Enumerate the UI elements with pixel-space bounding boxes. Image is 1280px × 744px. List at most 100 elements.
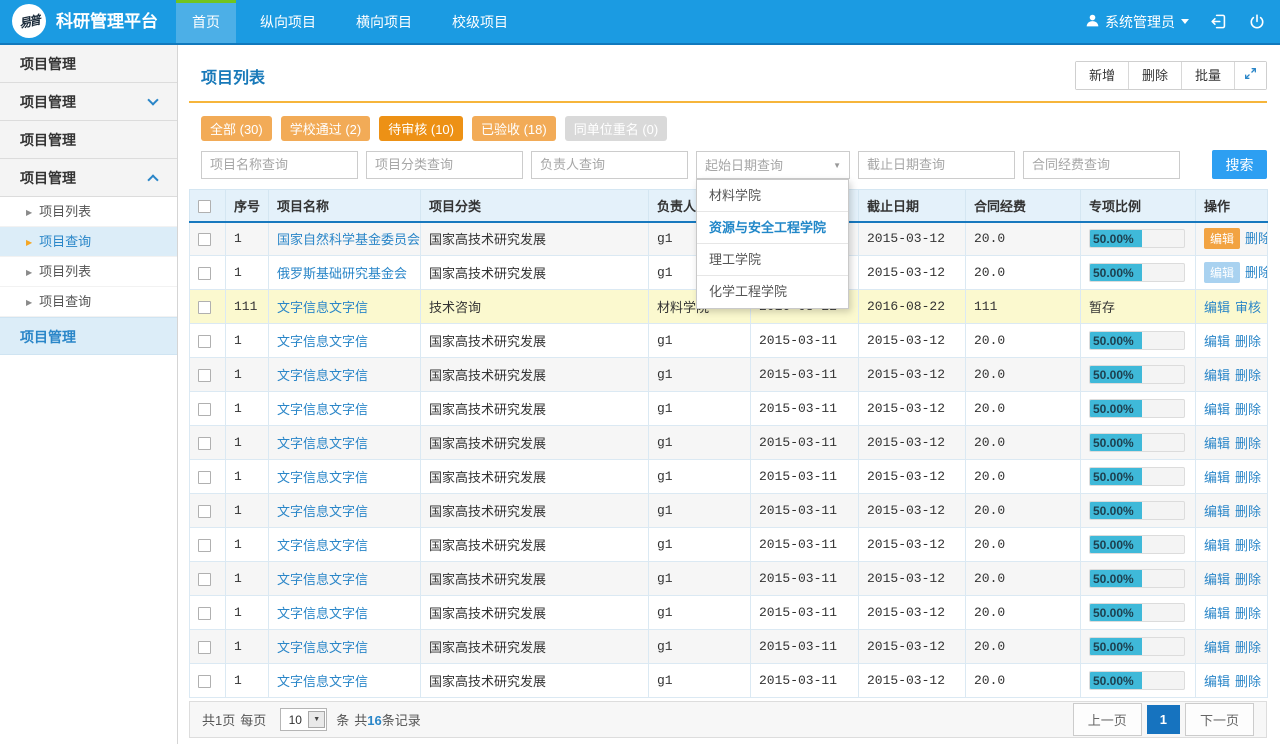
- action-delete-link[interactable]: 删除: [1235, 470, 1261, 485]
- action-edit-link[interactable]: 编辑: [1204, 368, 1230, 383]
- action-delete-link[interactable]: 删除: [1235, 606, 1261, 621]
- project-name-search-input[interactable]: [201, 151, 358, 179]
- action-edit-link[interactable]: 编辑: [1204, 334, 1230, 349]
- action-edit-link[interactable]: 编辑: [1204, 674, 1230, 689]
- select-all-checkbox[interactable]: [198, 200, 211, 213]
- sidebar-item[interactable]: ▶项目列表: [0, 197, 177, 227]
- sidebar-item[interactable]: ▶项目列表: [0, 257, 177, 287]
- row-checkbox[interactable]: [198, 267, 211, 280]
- row-checkbox[interactable]: [198, 437, 211, 450]
- dropdown-option[interactable]: 材料学院: [697, 180, 848, 212]
- project-name-link[interactable]: 文字信息文字信: [277, 572, 368, 587]
- row-checkbox[interactable]: [198, 471, 211, 484]
- ratio-progress-label: 50.00%: [1093, 434, 1134, 452]
- project-name-link[interactable]: 文字信息文字信: [277, 368, 368, 383]
- sidebar-group-header[interactable]: 项目管理: [0, 121, 177, 159]
- project-name-link[interactable]: 文字信息文字信: [277, 538, 368, 553]
- action-edit-link[interactable]: 编辑: [1204, 640, 1230, 655]
- action-edit-link[interactable]: 编辑: [1204, 572, 1230, 587]
- action-review-link[interactable]: 审核: [1235, 300, 1261, 315]
- batch-button[interactable]: 批量: [1182, 62, 1235, 89]
- ratio-progress-label: 50.00%: [1093, 366, 1134, 384]
- project-name-link[interactable]: 国家自然科学基金委员会: [277, 232, 420, 247]
- filter-badge[interactable]: 学校通过 (2): [281, 116, 371, 141]
- dropdown-option[interactable]: 理工学院: [697, 244, 848, 276]
- row-checkbox[interactable]: [198, 539, 211, 552]
- action-delete-link[interactable]: 删除: [1235, 436, 1261, 451]
- filter-badge[interactable]: 待审核 (10): [379, 116, 463, 141]
- end-date-search-input[interactable]: [858, 151, 1015, 179]
- sidebar-item[interactable]: ▶项目查询: [0, 227, 177, 257]
- next-page-button[interactable]: 下一页: [1185, 703, 1254, 736]
- search-button[interactable]: 搜索: [1212, 150, 1267, 179]
- row-checkbox[interactable]: [198, 641, 211, 654]
- row-checkbox[interactable]: [198, 301, 211, 314]
- project-name-link[interactable]: 文字信息文字信: [277, 402, 368, 417]
- action-edit-link[interactable]: 编辑: [1204, 436, 1230, 451]
- nav-tab[interactable]: 校级项目: [436, 0, 524, 43]
- sidebar-group-header[interactable]: 项目管理: [0, 159, 177, 197]
- dropdown-option[interactable]: 化学工程学院: [697, 276, 848, 308]
- project-name-link[interactable]: 俄罗斯基础研究基金会: [277, 266, 407, 281]
- sidebar-item[interactable]: ▶项目查询: [0, 287, 177, 317]
- action-edit-button[interactable]: 编辑: [1204, 228, 1240, 249]
- filter-badge[interactable]: 同单位重名 (0): [565, 116, 668, 141]
- nav-tab[interactable]: 纵向项目: [244, 0, 332, 43]
- action-delete-link[interactable]: 删除: [1235, 640, 1261, 655]
- action-edit-link[interactable]: 编辑: [1204, 470, 1230, 485]
- project-name-link[interactable]: 文字信息文字信: [277, 334, 368, 349]
- row-checkbox[interactable]: [198, 505, 211, 518]
- row-checkbox[interactable]: [198, 369, 211, 382]
- action-edit-link[interactable]: 编辑: [1204, 504, 1230, 519]
- action-edit-link[interactable]: 编辑: [1204, 606, 1230, 621]
- nav-tab[interactable]: 横向项目: [340, 0, 428, 43]
- expand-button[interactable]: [1235, 62, 1266, 89]
- add-button[interactable]: 新增: [1076, 62, 1129, 89]
- project-name-link[interactable]: 文字信息文字信: [277, 436, 368, 451]
- project-category-search-input[interactable]: [366, 151, 523, 179]
- action-delete-link[interactable]: 删除: [1245, 231, 1267, 246]
- row-checkbox[interactable]: [198, 403, 211, 416]
- action-delete-link[interactable]: 删除: [1235, 674, 1261, 689]
- row-checkbox[interactable]: [198, 675, 211, 688]
- row-checkbox[interactable]: [198, 335, 211, 348]
- project-name-link[interactable]: 文字信息文字信: [277, 674, 368, 689]
- current-page-button[interactable]: 1: [1147, 705, 1180, 734]
- user-menu[interactable]: 系统管理员: [1085, 12, 1189, 32]
- dropdown-option[interactable]: 资源与安全工程学院: [697, 212, 848, 244]
- prev-page-button[interactable]: 上一页: [1073, 703, 1142, 736]
- action-edit-button[interactable]: 编辑: [1204, 262, 1240, 283]
- project-name-link[interactable]: 文字信息文字信: [277, 470, 368, 485]
- sidebar-group-header[interactable]: 项目管理: [0, 45, 177, 83]
- action-delete-link[interactable]: 删除: [1245, 265, 1267, 280]
- action-delete-link[interactable]: 删除: [1235, 402, 1261, 417]
- row-checkbox[interactable]: [198, 233, 211, 246]
- logout-icon[interactable]: [1209, 12, 1228, 31]
- action-delete-link[interactable]: 删除: [1235, 504, 1261, 519]
- project-name-link[interactable]: 文字信息文字信: [277, 504, 368, 519]
- row-checkbox[interactable]: [198, 573, 211, 586]
- leader-search-input[interactable]: [531, 151, 688, 179]
- power-icon[interactable]: [1248, 13, 1266, 31]
- action-edit-link[interactable]: 编辑: [1204, 402, 1230, 417]
- contract-fund-search-input[interactable]: [1023, 151, 1180, 179]
- filter-badge[interactable]: 已验收 (18): [472, 116, 556, 141]
- project-name-link[interactable]: 文字信息文字信: [277, 606, 368, 621]
- nav-tab[interactable]: 首页: [176, 0, 236, 43]
- action-delete-link[interactable]: 删除: [1235, 334, 1261, 349]
- filter-badge[interactable]: 全部 (30): [201, 116, 272, 141]
- action-delete-link[interactable]: 删除: [1235, 572, 1261, 587]
- row-checkbox[interactable]: [198, 607, 211, 620]
- sidebar-group-header[interactable]: 项目管理: [0, 317, 177, 355]
- per-page-select[interactable]: 10 ▼: [280, 708, 327, 731]
- action-edit-link[interactable]: 编辑: [1204, 300, 1230, 315]
- action-edit-link[interactable]: 编辑: [1204, 538, 1230, 553]
- delete-button[interactable]: 删除: [1129, 62, 1182, 89]
- project-name-link[interactable]: 文字信息文字信: [277, 300, 368, 315]
- start-date-search-select[interactable]: 起始日期查询▼: [696, 151, 850, 179]
- action-delete-link[interactable]: 删除: [1235, 368, 1261, 383]
- sidebar-group-header[interactable]: 项目管理: [0, 83, 177, 121]
- project-name-link[interactable]: 文字信息文字信: [277, 640, 368, 655]
- table-row: 1文字信息文字信国家高技术研究发展g12015-03-112015-03-122…: [190, 460, 1268, 494]
- action-delete-link[interactable]: 删除: [1235, 538, 1261, 553]
